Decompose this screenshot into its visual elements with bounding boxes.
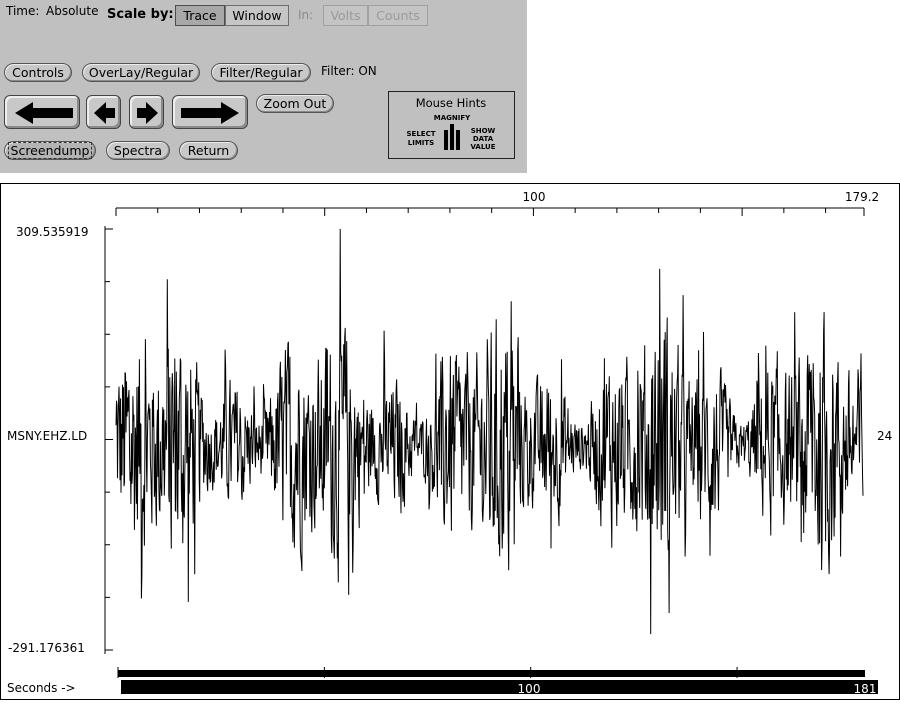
mouse-hints-title: Mouse Hints — [416, 96, 487, 110]
in-label: In: — [298, 8, 314, 22]
scroll-left-button[interactable] — [86, 95, 121, 129]
scale-window-button[interactable]: Window — [225, 5, 289, 26]
control-panel: Time: Absolute Scale by: Trace Window In… — [0, 0, 527, 173]
mouse-buttons-icon — [444, 124, 460, 150]
y-axis-ticks — [105, 228, 113, 651]
bottom-tick-label-100: 100 — [518, 682, 541, 696]
time-scrollbar-lower[interactable] — [121, 680, 878, 694]
arrow-right-small-icon — [137, 102, 158, 124]
show-hint-line1: SHOW — [471, 127, 496, 135]
seismogram-plot[interactable]: 100 179.2 309.535919 -291.176361 MSNY.EH… — [1, 184, 899, 699]
show-hint-line2: DATA — [473, 135, 494, 143]
zoom-out-button[interactable]: Zoom Out — [256, 94, 334, 113]
scroll-left-far-button[interactable] — [4, 95, 80, 129]
scale-by-label: Scale by: — [107, 7, 174, 22]
screendump-label: Screendump — [7, 142, 93, 159]
select-hint-line1: SELECT — [407, 130, 436, 138]
time-label: Time: — [6, 4, 40, 18]
scale-trace-button[interactable]: Trace — [175, 5, 225, 26]
filter-status: Filter: ON — [321, 64, 377, 78]
overlay-regular-button[interactable]: OverLay/Regular — [82, 63, 200, 82]
scroll-right-far-button[interactable] — [172, 95, 248, 129]
arrow-right-large-icon — [181, 102, 239, 124]
controls-button[interactable]: Controls — [4, 63, 72, 82]
time-value: Absolute — [46, 4, 99, 18]
unit-volts-button[interactable]: Volts — [323, 5, 368, 26]
screendump-button[interactable]: Screendump — [4, 141, 96, 160]
channel-label: MSNY.EHZ.LD — [7, 429, 87, 443]
unit-counts-button[interactable]: Counts — [368, 5, 428, 26]
top-tick-label-100: 100 — [523, 190, 546, 204]
mouse-hints-diagram: Mouse Hints MAGNIFY SELECT LIMITS SHOW D… — [407, 96, 496, 151]
scroll-right-button[interactable] — [129, 95, 164, 129]
arrow-left-small-icon — [94, 102, 115, 124]
magnify-hint: MAGNIFY — [434, 114, 471, 122]
time-scrollbar-upper[interactable] — [118, 670, 865, 677]
trace-right-label: 24 — [877, 429, 892, 443]
filter-regular-button[interactable]: Filter/Regular — [211, 63, 311, 82]
return-button[interactable]: Return — [179, 141, 238, 160]
y-min-label: -291.176361 — [8, 641, 85, 655]
top-tick-label-end: 179.2 — [845, 190, 879, 204]
seismogram-plot-area[interactable]: 100 179.2 309.535919 -291.176361 MSNY.EH… — [0, 183, 900, 700]
waveform-trace[interactable] — [115, 228, 864, 635]
x-axis-label: Seconds -> — [7, 681, 76, 695]
bottom-tick-label-end: 181 — [854, 682, 877, 696]
top-axis-ticks — [115, 208, 865, 216]
y-max-label: 309.535919 — [16, 225, 89, 239]
mouse-hints-panel: Mouse Hints MAGNIFY SELECT LIMITS SHOW D… — [388, 91, 515, 159]
spectra-button[interactable]: Spectra — [106, 141, 170, 160]
select-hint-line2: LIMITS — [408, 139, 434, 147]
arrow-left-large-icon — [15, 102, 73, 124]
show-hint-line3: VALUE — [470, 143, 495, 151]
